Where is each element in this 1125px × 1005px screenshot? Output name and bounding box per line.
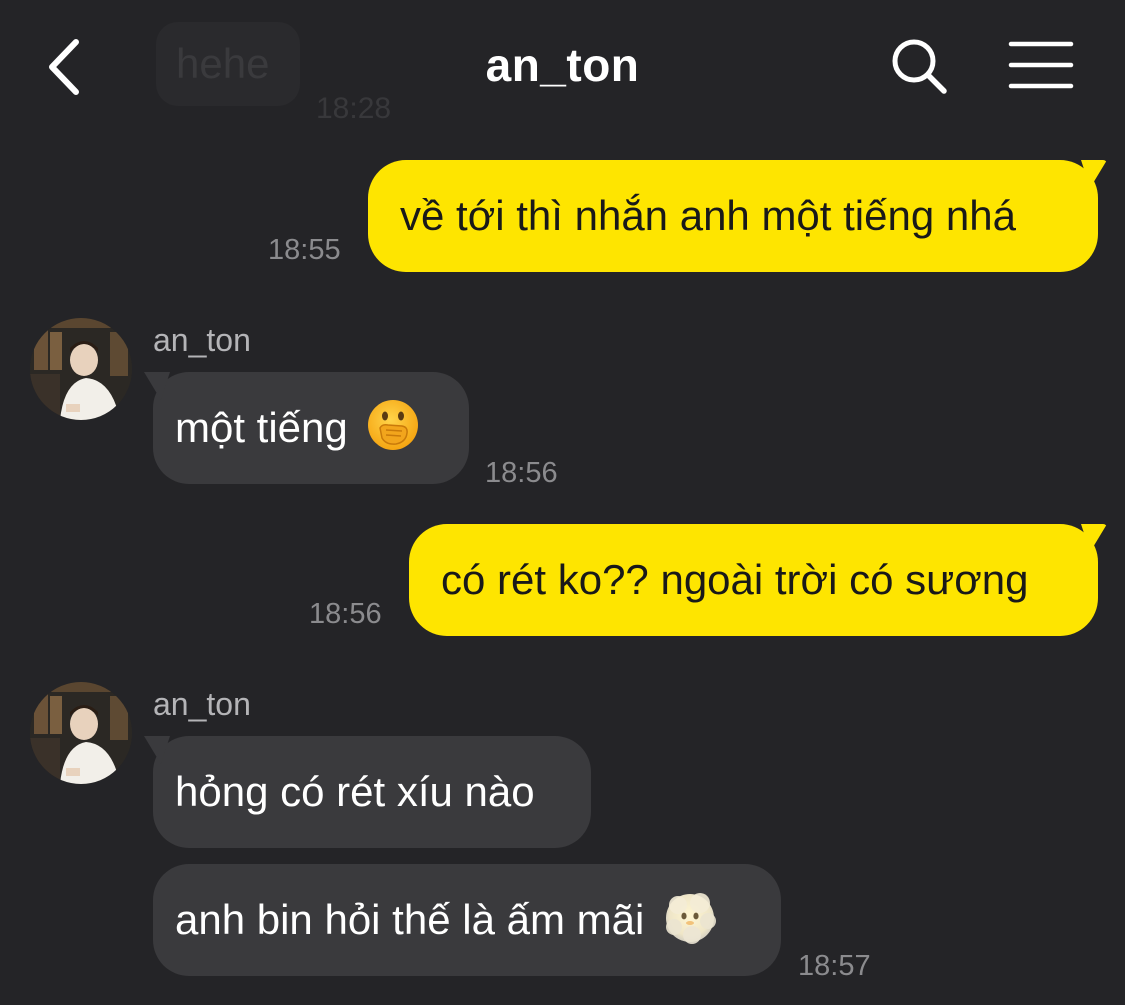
outgoing-message-bubble[interactable]: có rét ko?? ngoài trời có sương [409,524,1098,636]
chat-header: an_ton [0,0,1125,135]
message-text: hỏng có rét xíu nào [175,768,535,815]
message-time: 18:57 [798,950,871,982]
menu-button[interactable] [1006,40,1076,92]
hamburger-menu-icon [1008,41,1074,89]
message-time: 18:56 [485,457,558,489]
sender-name: an_ton [153,686,251,722]
avatar-photo [30,318,132,420]
chevron-left-icon [49,39,79,95]
message-text: có rét ko?? ngoài trời có sương [441,556,1029,603]
contact-avatar[interactable] [30,318,132,420]
back-button[interactable] [40,36,96,98]
contact-avatar[interactable] [30,682,132,784]
incoming-message-bubble[interactable]: một tiếng [153,372,469,484]
search-icon [892,39,947,94]
cloud-face-icon [662,889,718,952]
message-text: anh bin hỏi thế là ấm mãi [175,896,645,943]
chat-title-container: an_ton [0,38,1125,92]
message-text: một tiếng [175,404,348,451]
incoming-message-bubble[interactable]: anh bin hỏi thế là ấm mãi [153,864,781,976]
avatar-photo [30,682,132,784]
search-button[interactable] [888,36,952,96]
message-text: về tới thì nhắn anh một tiếng nhá [400,192,1016,239]
chat-title[interactable]: an_ton [486,39,640,91]
face-with-hand-over-mouth-icon [366,398,420,459]
outgoing-message-bubble[interactable]: về tới thì nhắn anh một tiếng nhá [368,160,1098,272]
message-time: 18:56 [309,598,382,630]
incoming-message-bubble[interactable]: hỏng có rét xíu nào [153,736,591,848]
sender-name: an_ton [153,322,251,358]
message-time: 18:55 [268,234,341,266]
